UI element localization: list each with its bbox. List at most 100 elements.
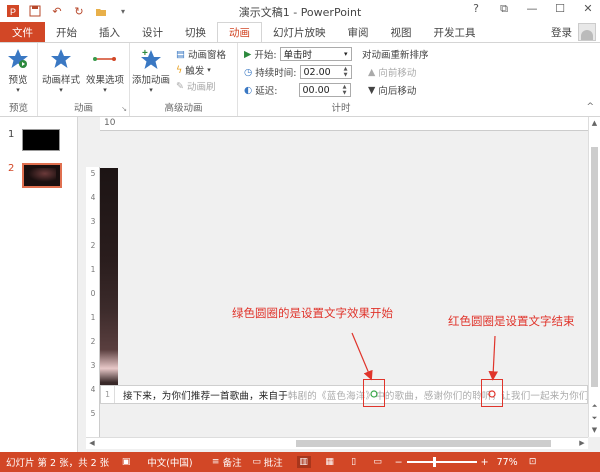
group-advanced-animation: + 添加动画 ▾ ▤ 动画窗格 ϟ 触发 ▾ ✎ 动画刷 高级动画 bbox=[130, 43, 238, 116]
zoom-out-icon[interactable]: − bbox=[395, 457, 403, 468]
zoom-slider[interactable] bbox=[406, 457, 477, 467]
tab-animations[interactable]: 动画 bbox=[217, 22, 262, 43]
move-later-button[interactable]: ▼ 向后移动 bbox=[368, 83, 416, 98]
tab-transitions[interactable]: 切换 bbox=[174, 22, 217, 42]
horizontal-ruler: 10 bbox=[100, 117, 588, 131]
slide-text: 接下来，为你们推荐一首歌曲，来自于韩剧的《蓝色海洋》中的歌曲，感谢你们的聆听，让… bbox=[123, 390, 587, 402]
animation-painter-button[interactable]: ✎ 动画刷 bbox=[176, 79, 215, 94]
dialog-launcher-icon[interactable]: ↘ bbox=[121, 105, 127, 113]
powerpoint-logo-icon: P bbox=[6, 4, 20, 18]
slideshow-icon[interactable]: ▭ bbox=[371, 456, 385, 468]
start-row: ▶ 开始: 单击时 ▾ bbox=[244, 47, 352, 61]
preview-star-icon bbox=[4, 46, 32, 72]
scroll-left-icon[interactable]: ◀ bbox=[86, 438, 98, 449]
horizontal-scroll-thumb[interactable] bbox=[296, 440, 551, 447]
language-status[interactable]: 中文(中国) bbox=[147, 455, 192, 469]
green-circle-highlight-box bbox=[363, 379, 385, 407]
arrow-up-icon: ▲ bbox=[368, 66, 376, 78]
group-label-advanced: 高级动画 bbox=[164, 103, 203, 114]
slide-thumbnail-2[interactable]: 2 bbox=[8, 163, 62, 188]
vertical-ruler: 5 4 3 2 1 0 1 2 3 4 5 bbox=[86, 167, 100, 437]
slide-count: 幻灯片 第 2 张，共 2 张 bbox=[6, 458, 110, 469]
zoom-slider-knob[interactable] bbox=[432, 457, 436, 467]
signin-link[interactable]: 登录 bbox=[551, 25, 572, 40]
workspace: 1 2 10 5 4 3 2 1 0 1 2 3 4 5 1 接下来，为你们推荐… bbox=[0, 117, 600, 452]
chevron-down-icon: ▾ bbox=[16, 86, 20, 94]
comments-icon: ▭ bbox=[252, 457, 261, 467]
ribbon-display-icon[interactable]: ⧉ bbox=[496, 2, 512, 16]
scroll-right-icon[interactable]: ▶ bbox=[576, 438, 588, 449]
customize-qat-icon[interactable]: ▾ bbox=[116, 4, 130, 18]
scroll-down-double-icon[interactable]: ⏷ bbox=[589, 412, 600, 424]
tab-view[interactable]: 视图 bbox=[380, 22, 423, 42]
slide-thumbnail-1[interactable]: 1 bbox=[8, 129, 60, 151]
delay-row: ◐ 延迟: 00.00 ▲ ▼ bbox=[244, 83, 351, 97]
maximize-button[interactable]: ☐ bbox=[552, 2, 568, 16]
undo-icon[interactable]: ↶ bbox=[50, 4, 64, 18]
tab-home[interactable]: 开始 bbox=[45, 22, 88, 42]
slide-image bbox=[100, 168, 118, 401]
trigger-button[interactable]: ϟ 触发 ▾ bbox=[176, 63, 211, 78]
spell-check-icon[interactable]: ▣ bbox=[119, 456, 133, 468]
tab-insert[interactable]: 插入 bbox=[88, 22, 131, 42]
normal-view-icon[interactable]: ▥ bbox=[296, 456, 311, 468]
title-bar: P ↶ ↻ ▾ 演示文稿1 - PowerPoint ? ⧉ — ☐ ✕ bbox=[0, 0, 600, 22]
move-earlier-button[interactable]: ▲ 向前移动 bbox=[368, 65, 416, 80]
clock-icon: ◷ bbox=[244, 66, 253, 78]
comments-button[interactable]: 批注 bbox=[264, 455, 283, 469]
minimize-button[interactable]: — bbox=[524, 2, 540, 16]
duration-spinner[interactable]: 02.00 ▲ ▼ bbox=[299, 65, 352, 79]
painter-brush-icon: ✎ bbox=[176, 80, 184, 92]
animation-pane-button[interactable]: ▤ 动画窗格 bbox=[176, 47, 226, 62]
close-button[interactable]: ✕ bbox=[580, 2, 596, 16]
slide-thumbnail-image-selected bbox=[22, 163, 62, 188]
scroll-down-icon[interactable]: ▼ bbox=[589, 424, 600, 436]
spinner-arrows-icon: ▲ ▼ bbox=[343, 66, 348, 78]
tab-slideshow[interactable]: 幻灯片放映 bbox=[262, 22, 337, 42]
lightning-icon: ϟ bbox=[176, 64, 183, 76]
notes-button[interactable]: 备注 bbox=[223, 455, 242, 469]
slide-sorter-icon[interactable]: ▦ bbox=[323, 456, 337, 468]
animation-pane-icon: ▤ bbox=[176, 48, 185, 60]
zoom-in-icon[interactable]: + bbox=[481, 457, 489, 468]
red-circle-highlight-box bbox=[481, 379, 503, 407]
effect-options-button[interactable]: 效果选项 ▾ bbox=[86, 46, 124, 94]
help-icon[interactable]: ? bbox=[468, 2, 484, 16]
vertical-scroll-thumb[interactable] bbox=[591, 147, 598, 387]
star-icon bbox=[47, 46, 75, 72]
tab-file[interactable]: 文件 bbox=[0, 22, 45, 42]
group-timing: ▶ 开始: 单击时 ▾ ◷ 持续时间: 02.00 ▲ ▼ ◐ 延迟: 00.00… bbox=[238, 43, 444, 116]
animation-styles-button[interactable]: 动画样式 ▾ bbox=[42, 46, 80, 94]
fit-to-window-icon[interactable]: ⊡ bbox=[526, 456, 540, 468]
reading-view-icon[interactable]: ▯ bbox=[347, 456, 361, 468]
tab-design[interactable]: 设计 bbox=[131, 22, 174, 42]
redo-icon[interactable]: ↻ bbox=[72, 4, 86, 18]
preview-button[interactable]: 预览 ▾ bbox=[4, 46, 32, 94]
chevron-down-icon: ▾ bbox=[59, 86, 63, 94]
group-label-timing: 计时 bbox=[331, 103, 351, 114]
slide-text-box[interactable]: 1 接下来，为你们推荐一首歌曲，来自于韩剧的《蓝色海洋》中的歌曲，感谢你们的聆听… bbox=[100, 385, 588, 404]
scroll-up-icon[interactable]: ▲ bbox=[589, 117, 600, 129]
vertical-scrollbar[interactable]: ▲ ⏶ ⏷ ▼ bbox=[588, 117, 600, 437]
delay-spinner[interactable]: 00.00 ▲ ▼ bbox=[298, 83, 351, 97]
zoom-level[interactable]: 77% bbox=[497, 457, 518, 468]
chevron-down-icon: ▾ bbox=[207, 66, 211, 74]
avatar[interactable] bbox=[578, 23, 596, 41]
save-icon[interactable] bbox=[28, 4, 42, 18]
scroll-up-double-icon[interactable]: ⏶ bbox=[589, 400, 600, 412]
chevron-down-icon: ▾ bbox=[149, 86, 153, 94]
start-select[interactable]: 单击时 ▾ bbox=[279, 47, 352, 61]
quick-access-toolbar: P ↶ ↻ ▾ bbox=[0, 4, 130, 18]
delay-icon: ◐ bbox=[244, 84, 253, 96]
slide-thumbnails-pane: 1 2 bbox=[0, 117, 78, 452]
svg-text:P: P bbox=[10, 7, 16, 17]
collapse-ribbon-icon[interactable]: ^ bbox=[586, 102, 594, 112]
chevron-down-icon: ▾ bbox=[103, 86, 107, 94]
tab-developer[interactable]: 开发工具 bbox=[423, 22, 487, 42]
tab-review[interactable]: 审阅 bbox=[337, 22, 380, 42]
spinner-arrows-icon: ▲ ▼ bbox=[342, 84, 347, 96]
horizontal-scrollbar[interactable]: ◀ ▶ bbox=[86, 437, 588, 449]
open-folder-icon[interactable] bbox=[94, 4, 108, 18]
ribbon: 预览 ▾ 预览 动画样式 ▾ 效果选项 ▾ 动画 ↘ + 添加动画 ▾ ▤ 动画… bbox=[0, 42, 600, 117]
add-animation-button[interactable]: + 添加动画 ▾ bbox=[132, 46, 170, 94]
